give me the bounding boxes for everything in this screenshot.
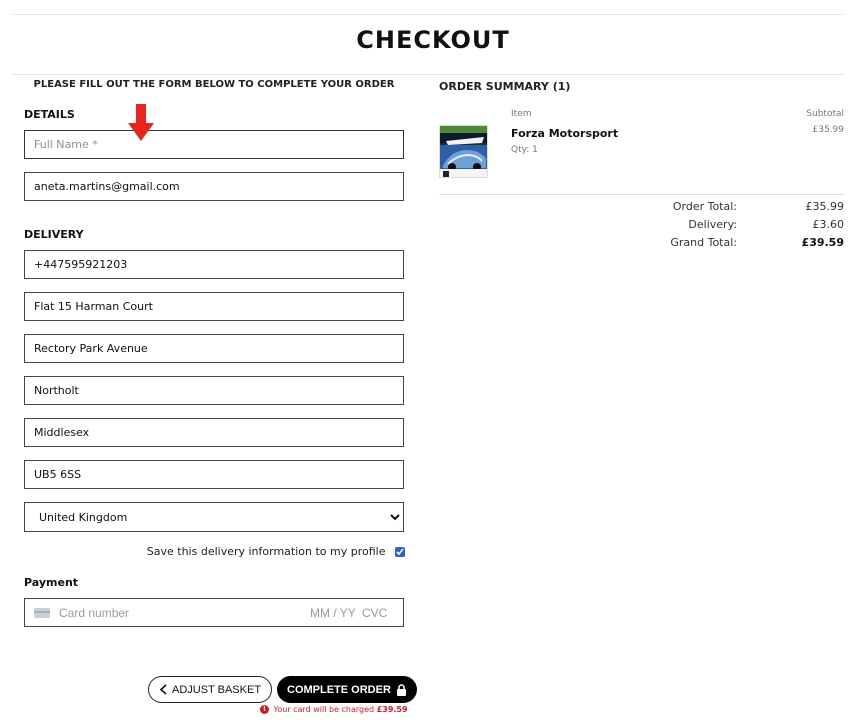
- title-divider: [12, 74, 844, 75]
- delivery-cost-label: Delivery:: [688, 218, 737, 231]
- subtotal-column-header: Subtotal: [806, 109, 844, 119]
- order-total-label: Order Total:: [672, 200, 737, 213]
- payment-heading: Payment: [24, 576, 79, 589]
- lock-icon: [396, 683, 406, 696]
- charge-note: ! Your card will be charged £39.59: [260, 705, 408, 714]
- page-title: CHECKOUT: [356, 26, 510, 54]
- item-column-header: Item: [511, 109, 532, 119]
- forza-motorsport-cover: [440, 126, 487, 177]
- town-input[interactable]: [24, 376, 404, 405]
- red-arrow-icon: [128, 104, 154, 141]
- exclamation-circle-icon: !: [260, 705, 269, 714]
- form-intro: PLEASE FILL OUT THE FORM BELOW TO COMPLE…: [33, 79, 395, 90]
- postcode-input[interactable]: [24, 460, 404, 489]
- grand-total-label: Grand Total:: [670, 236, 737, 249]
- details-heading: DETAILS: [24, 108, 75, 121]
- street-address-1-input[interactable]: [24, 292, 404, 321]
- product-quantity: Qty: 1: [511, 145, 538, 155]
- complete-order-label: COMPLETE ORDER: [287, 683, 391, 696]
- charge-note-text: Your card will be charged: [273, 705, 375, 714]
- county-input[interactable]: [24, 418, 404, 447]
- phone-input[interactable]: [24, 250, 404, 279]
- credit-card-icon: [34, 608, 50, 618]
- delivery-heading: DELIVERY: [24, 228, 84, 241]
- adjust-basket-button[interactable]: ADJUST BASKET: [148, 676, 273, 703]
- street-address-2-input[interactable]: [24, 334, 404, 363]
- save-info-label: Save this delivery information to my pro…: [146, 545, 386, 558]
- save-info-row: Save this delivery information to my pro…: [24, 545, 405, 558]
- card-element[interactable]: Card number MM / YY CVC: [24, 598, 404, 627]
- order-summary-title: ORDER SUMMARY (1): [439, 80, 571, 93]
- product-subtotal: £35.99: [812, 125, 845, 135]
- grand-total-value: £39.59: [801, 236, 844, 249]
- email-input[interactable]: [24, 172, 404, 201]
- full-name-input[interactable]: [24, 130, 404, 159]
- order-total-value: £35.99: [805, 200, 845, 213]
- product-name[interactable]: Forza Motorsport: [511, 127, 618, 140]
- card-cvc-placeholder: CVC: [362, 606, 388, 620]
- summary-divider: [439, 194, 844, 195]
- save-info-checkbox[interactable]: [395, 547, 405, 557]
- card-expiry-placeholder: MM / YY: [310, 606, 356, 620]
- complete-order-button[interactable]: COMPLETE ORDER: [277, 676, 417, 703]
- delivery-cost-value: £3.60: [812, 218, 845, 231]
- adjust-basket-label: ADJUST BASKET: [172, 683, 262, 696]
- product-thumbnail[interactable]: [439, 125, 488, 178]
- charge-amount: £39.59: [376, 705, 408, 714]
- country-select[interactable]: United Kingdom: [24, 502, 404, 532]
- chevron-left-icon: [159, 684, 167, 695]
- card-number-placeholder: Card number: [59, 606, 130, 620]
- top-divider: [12, 14, 844, 15]
